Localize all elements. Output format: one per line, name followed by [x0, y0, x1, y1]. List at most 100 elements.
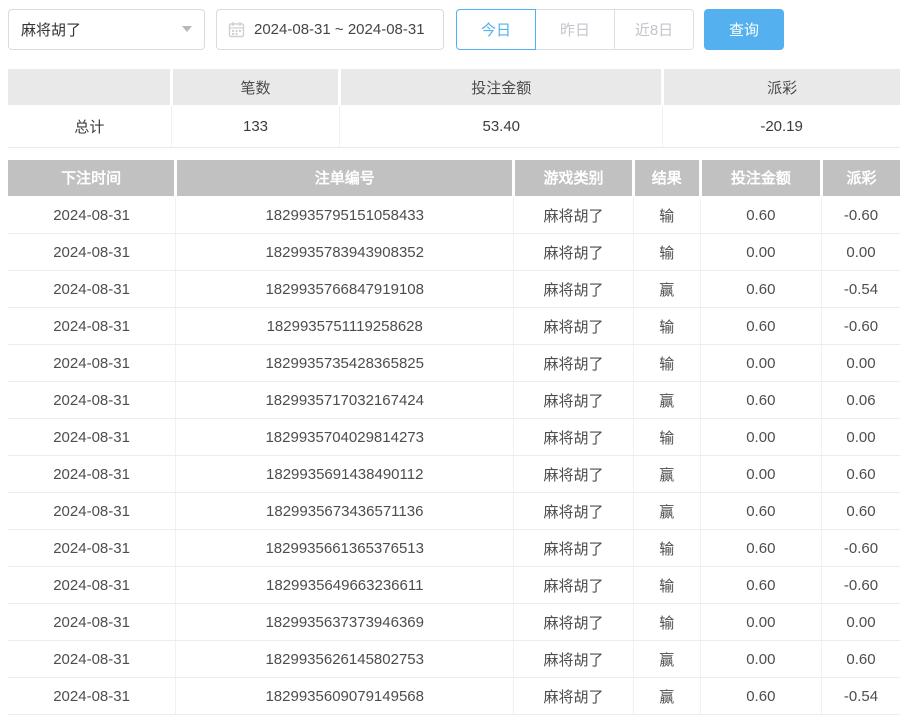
cell-bet-time: 2024-08-31: [8, 382, 176, 419]
cell-bet-time: 2024-08-31: [8, 567, 176, 604]
date-range-input[interactable]: 2024-08-31 ~ 2024-08-31: [216, 9, 444, 50]
cell-bet-amount: 0.00: [700, 604, 821, 641]
summary-table: 笔数 投注金额 派彩 总计 133 53.40 -20.19: [8, 69, 900, 148]
quick-range-group: 今日 昨日 近8日: [456, 9, 694, 50]
cell-payout: -0.60: [821, 530, 900, 567]
cell-bet-amount: 0.00: [700, 456, 821, 493]
cell-game-type: 麻将胡了: [514, 678, 634, 715]
date-range-value: 2024-08-31 ~ 2024-08-31: [254, 21, 425, 38]
cell-bet-time: 2024-08-31: [8, 345, 176, 382]
table-row: 2024-08-311829935766847919108麻将胡了赢0.60-0…: [8, 271, 900, 308]
query-button[interactable]: 查询: [704, 9, 784, 50]
cell-bet-time: 2024-08-31: [8, 456, 176, 493]
cell-payout: 0.00: [821, 234, 900, 271]
cell-game-type: 麻将胡了: [514, 345, 634, 382]
cell-bet-id: 1829935609079149568: [176, 678, 514, 715]
table-row: 2024-08-311829935751119258628麻将胡了输0.60-0…: [8, 308, 900, 345]
table-row: 2024-08-311829935661365376513麻将胡了输0.60-0…: [8, 530, 900, 567]
cell-result: 输: [633, 530, 700, 567]
summary-total-count: 133: [171, 106, 340, 147]
cell-result: 输: [633, 197, 700, 234]
cell-payout: -0.54: [821, 678, 900, 715]
cell-payout: 0.00: [821, 419, 900, 456]
cell-game-type: 麻将胡了: [514, 604, 634, 641]
bet-records-table: 下注时间 注单编号 游戏类别 结果 投注金额 派彩 2024-08-311829…: [8, 160, 900, 716]
cell-game-type: 麻将胡了: [514, 530, 634, 567]
header-bet-time: 下注时间: [8, 160, 176, 197]
cell-game-type: 麻将胡了: [514, 382, 634, 419]
toolbar: 麻将胡了 2024-08-31 ~ 2024-08-31 今日 昨日 近8日 查…: [0, 0, 908, 51]
cell-bet-id: 1829935735428365825: [176, 345, 514, 382]
summary-total-label: 总计: [8, 106, 171, 147]
cell-bet-amount: 0.00: [700, 345, 821, 382]
cell-bet-id: 1829935783943908352: [176, 234, 514, 271]
table-row: 2024-08-311829935735428365825麻将胡了输0.000.…: [8, 345, 900, 382]
header-result: 结果: [633, 160, 700, 197]
cell-result: 输: [633, 308, 700, 345]
header-payout: 派彩: [821, 160, 900, 197]
last-8-days-button[interactable]: 近8日: [614, 9, 694, 50]
table-row: 2024-08-311829935795151058433麻将胡了输0.60-0…: [8, 197, 900, 234]
summary-header-empty: [8, 69, 171, 106]
cell-game-type: 麻将胡了: [514, 493, 634, 530]
cell-game-type: 麻将胡了: [514, 234, 634, 271]
cell-payout: 0.60: [821, 493, 900, 530]
summary-total-bet-amount: 53.40: [340, 106, 663, 147]
cell-bet-time: 2024-08-31: [8, 641, 176, 678]
table-row: 2024-08-311829935783943908352麻将胡了输0.000.…: [8, 234, 900, 271]
chevron-down-icon: [182, 26, 192, 32]
cell-bet-id: 1829935637373946369: [176, 604, 514, 641]
cell-bet-id: 1829935717032167424: [176, 382, 514, 419]
cell-bet-id: 1829935704029814273: [176, 419, 514, 456]
cell-bet-id: 1829935661365376513: [176, 530, 514, 567]
cell-bet-amount: 0.60: [700, 678, 821, 715]
cell-bet-id: 1829935673436571136: [176, 493, 514, 530]
cell-game-type: 麻将胡了: [514, 271, 634, 308]
cell-game-type: 麻将胡了: [514, 641, 634, 678]
cell-result: 赢: [633, 456, 700, 493]
cell-bet-id: 1829935626145802753: [176, 641, 514, 678]
game-select-value: 麻将胡了: [21, 19, 81, 40]
cell-result: 赢: [633, 641, 700, 678]
cell-result: 赢: [633, 493, 700, 530]
yesterday-button[interactable]: 昨日: [535, 9, 615, 50]
cell-payout: 0.00: [821, 604, 900, 641]
summary-header-bet-amount: 投注金额: [340, 69, 663, 106]
today-button[interactable]: 今日: [456, 9, 536, 50]
table-row: 2024-08-311829935717032167424麻将胡了赢0.600.…: [8, 382, 900, 419]
cell-bet-amount: 0.60: [700, 567, 821, 604]
cell-payout: -0.54: [821, 271, 900, 308]
cell-bet-amount: 0.60: [700, 308, 821, 345]
header-bet-id: 注单编号: [176, 160, 514, 197]
summary-total-payout: -20.19: [663, 106, 900, 147]
cell-bet-time: 2024-08-31: [8, 604, 176, 641]
cell-bet-time: 2024-08-31: [8, 678, 176, 715]
table-row: 2024-08-311829935704029814273麻将胡了输0.000.…: [8, 419, 900, 456]
cell-payout: 0.60: [821, 641, 900, 678]
table-row: 2024-08-311829935691438490112麻将胡了赢0.000.…: [8, 456, 900, 493]
cell-bet-time: 2024-08-31: [8, 530, 176, 567]
cell-game-type: 麻将胡了: [514, 567, 634, 604]
cell-result: 输: [633, 234, 700, 271]
cell-bet-time: 2024-08-31: [8, 493, 176, 530]
cell-bet-time: 2024-08-31: [8, 271, 176, 308]
table-row: 2024-08-311829935609079149568麻将胡了赢0.60-0…: [8, 678, 900, 715]
cell-bet-id: 1829935691438490112: [176, 456, 514, 493]
cell-game-type: 麻将胡了: [514, 456, 634, 493]
cell-bet-id: 1829935751119258628: [176, 308, 514, 345]
game-select[interactable]: 麻将胡了: [8, 9, 205, 50]
cell-bet-time: 2024-08-31: [8, 234, 176, 271]
table-row: 2024-08-311829935673436571136麻将胡了赢0.600.…: [8, 493, 900, 530]
bet-table-body: 2024-08-311829935795151058433麻将胡了输0.60-0…: [8, 197, 900, 715]
cell-payout: 0.60: [821, 456, 900, 493]
cell-payout: 0.00: [821, 345, 900, 382]
cell-payout: -0.60: [821, 197, 900, 234]
cell-bet-amount: 0.60: [700, 493, 821, 530]
cell-bet-amount: 0.60: [700, 530, 821, 567]
header-game-type: 游戏类别: [514, 160, 634, 197]
cell-bet-id: 1829935766847919108: [176, 271, 514, 308]
cell-result: 赢: [633, 271, 700, 308]
cell-result: 输: [633, 604, 700, 641]
cell-bet-time: 2024-08-31: [8, 419, 176, 456]
calendar-icon: [228, 21, 245, 38]
